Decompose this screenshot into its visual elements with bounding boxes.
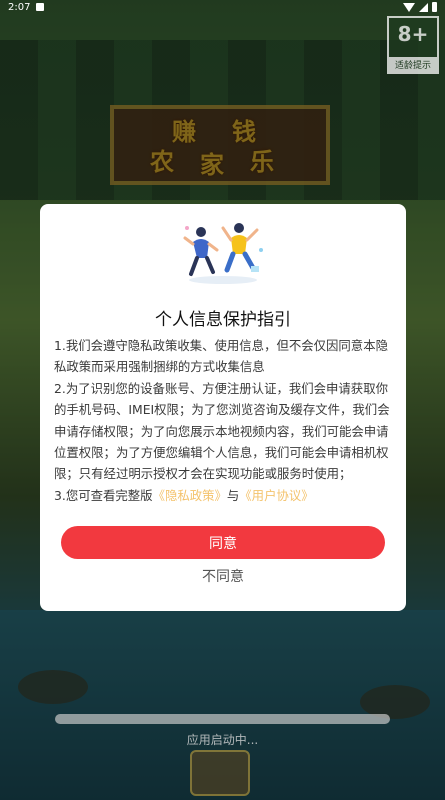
- people-celebrating-illustration-icon: [183, 223, 263, 284]
- app-logo: [190, 750, 250, 796]
- status-bar: 2:07: [0, 0, 445, 14]
- signal-icon: [419, 2, 428, 12]
- age-rating-badge: 8+ 适龄提示: [387, 16, 439, 74]
- age-rating-number: 8+: [397, 22, 429, 46]
- conjunction-text: 与: [226, 487, 240, 503]
- notification-icon: [36, 3, 45, 11]
- privacy-policy-link[interactable]: 《隐私政策》: [153, 488, 227, 503]
- status-time: 2:07: [8, 1, 31, 13]
- disagree-button[interactable]: 不同意: [40, 564, 406, 588]
- privacy-dialog: 个人信息保护指引 1.我们会遵守隐私政策收集、使用信息，但不会仅因同意本隐私政策…: [40, 204, 406, 611]
- user-agreement-link[interactable]: 《用户协议》: [239, 488, 313, 503]
- policy-paragraph-2: 2.为了识别您的设备账号、方便注册认证，我们会申请获取你的手机号码、IMEI权限…: [54, 380, 390, 482]
- wifi-icon: [403, 2, 415, 12]
- loading-progress-bar: [55, 714, 390, 724]
- policy-paragraph-3-prefix: 3.您可查看完整版: [54, 487, 153, 503]
- battery-icon: [432, 2, 437, 12]
- loading-text: 应用启动中...: [186, 733, 259, 747]
- agree-button[interactable]: 同意: [61, 526, 385, 559]
- age-rating-label: 适龄提示: [389, 57, 437, 72]
- policy-paragraph-3: 3.您可查看完整版《隐私政策》与《用户协议》: [54, 485, 392, 506]
- policy-text: 1.我们会遵守隐私政策收集、使用信息，但不会仅因同意本隐私政策而采用强制捆绑的方…: [54, 335, 392, 506]
- dialog-title: 个人信息保护指引: [155, 310, 291, 330]
- policy-paragraph-1: 1.我们会遵守隐私政策收集、使用信息，但不会仅因同意本隐私政策而采用强制捆绑的方…: [54, 338, 388, 375]
